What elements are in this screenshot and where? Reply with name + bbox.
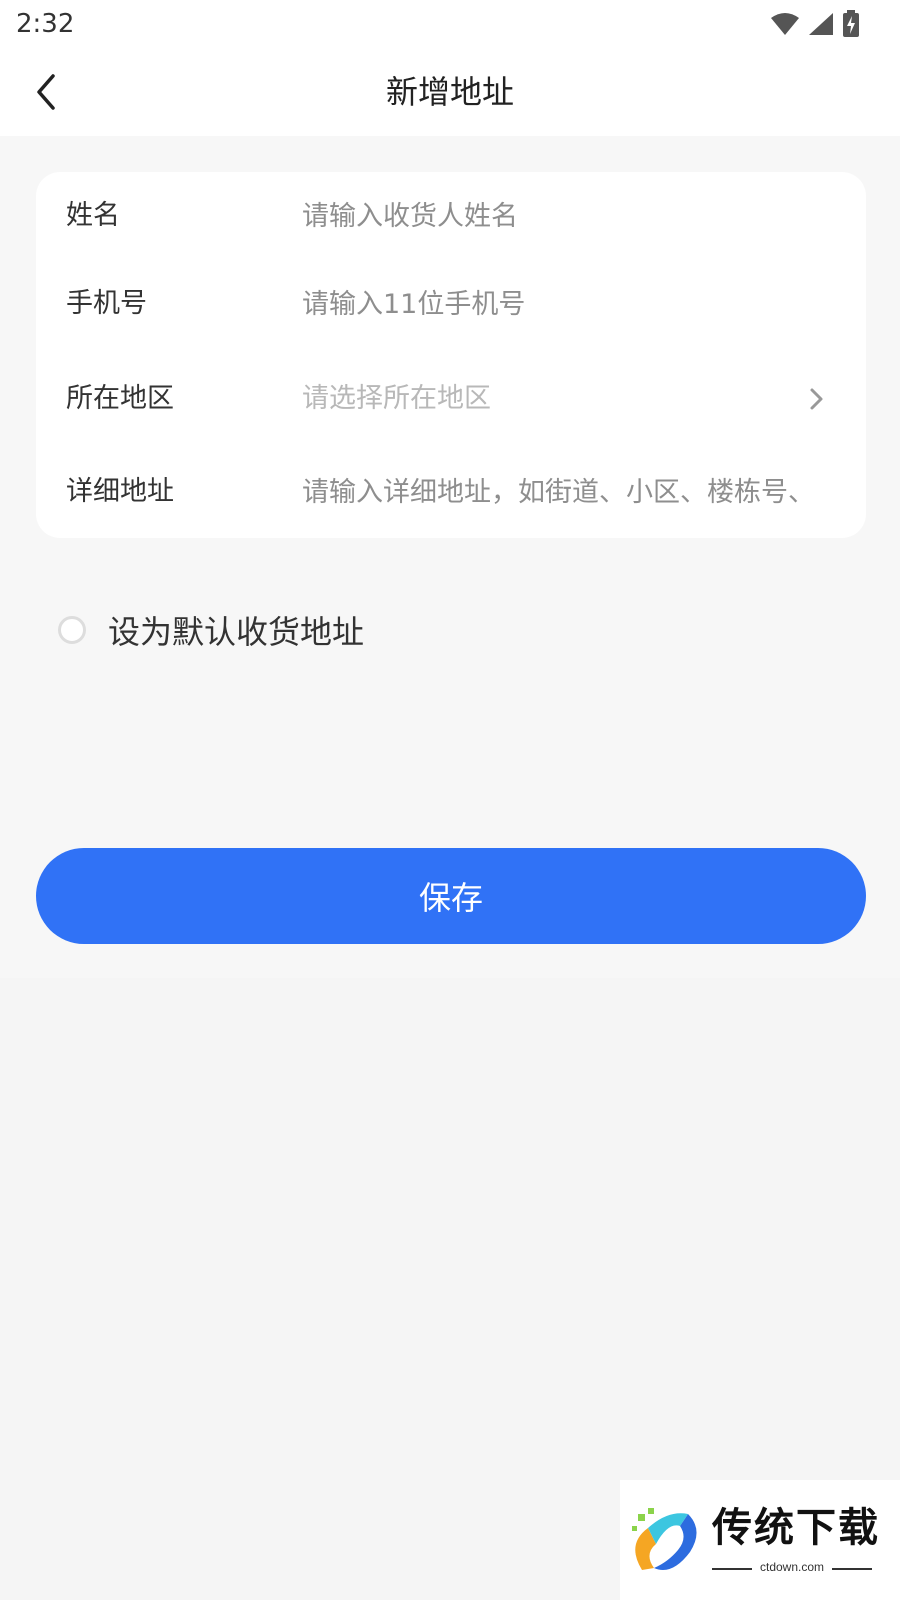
form-row-detail: 详细地址	[36, 448, 866, 536]
address-form-card: 姓名 手机号 所在地区 请选择所在地区 详细地址	[36, 172, 866, 538]
detail-label: 详细地址	[66, 476, 174, 507]
watermark-line-right	[832, 1568, 872, 1570]
watermark-title: 传统下载	[712, 1505, 880, 1551]
detail-address-input[interactable]	[302, 468, 832, 516]
battery-charging-icon	[843, 10, 859, 37]
region-select[interactable]: 请选择所在地区	[302, 355, 832, 443]
form-row-name: 姓名	[36, 172, 866, 260]
chevron-right-icon	[810, 388, 823, 410]
status-bar: 2:32	[0, 0, 900, 48]
form-row-phone: 手机号	[36, 260, 866, 348]
default-address-label: 设为默认收货地址	[108, 613, 365, 651]
watermark-url: ctdown.com	[759, 1560, 825, 1574]
default-address-toggle[interactable]: 设为默认收货地址	[58, 605, 364, 655]
signal-icon	[809, 13, 833, 35]
phone-label: 手机号	[66, 288, 147, 319]
name-input[interactable]	[302, 192, 832, 240]
ctdown-logo-icon	[632, 1508, 697, 1570]
screen: 2:32 新增地址 姓名 请输入收货人姓名 手机号 请输入11位手机号 所在地区…	[0, 0, 900, 1600]
page-title: 新增地址	[385, 73, 514, 111]
default-address-radio[interactable]	[58, 616, 86, 644]
status-time: 2:32	[16, 9, 75, 39]
name-label: 姓名	[66, 200, 120, 231]
nav-bar: 新增地址	[0, 48, 900, 136]
status-icons	[770, 10, 860, 38]
region-label: 所在地区	[66, 383, 174, 414]
phone-input[interactable]	[302, 280, 832, 328]
watermark: 传统下载 ctdown.com	[620, 1480, 900, 1600]
form-row-region[interactable]: 所在地区 请选择所在地区	[36, 355, 866, 443]
save-button[interactable]: 保存	[36, 848, 866, 944]
wifi-icon	[771, 13, 799, 35]
